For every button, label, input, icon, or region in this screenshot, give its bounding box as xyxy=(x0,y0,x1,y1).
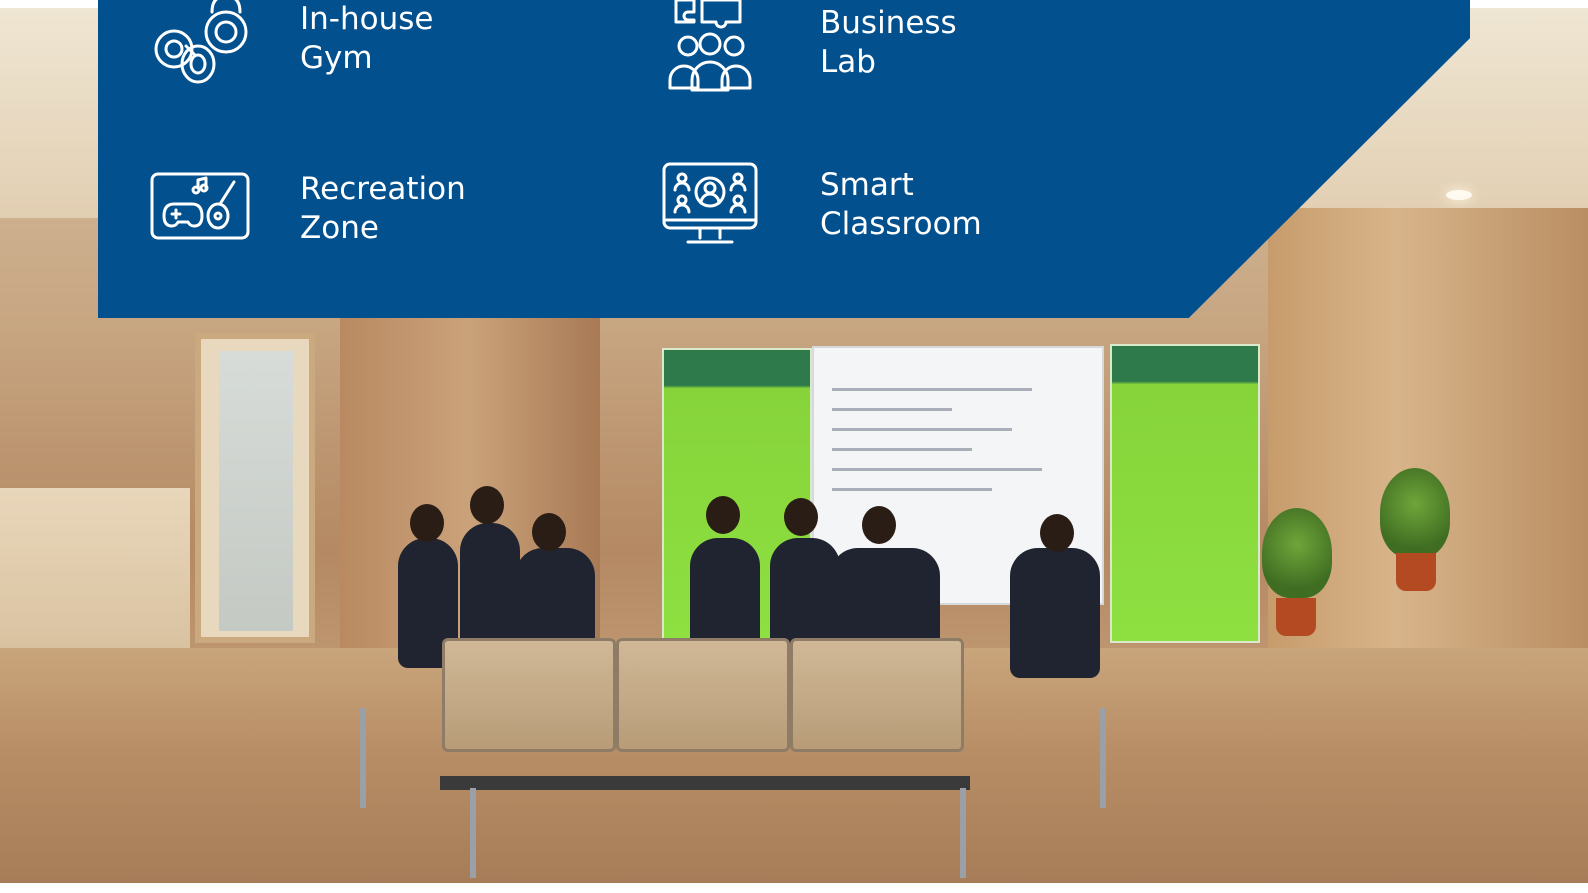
plant-pot xyxy=(1276,598,1316,636)
student-head xyxy=(706,496,740,534)
glass-door xyxy=(195,333,315,643)
kettlebell-dumbbell-icon xyxy=(154,0,248,84)
bench-leg xyxy=(960,788,966,878)
feature-recreation-zone-line2: Zone xyxy=(300,210,379,246)
student-head xyxy=(410,504,444,542)
bench-leg xyxy=(470,788,476,878)
ceiling-light xyxy=(1446,190,1472,200)
chair-leg xyxy=(1100,708,1106,808)
reception-counter xyxy=(0,488,190,648)
bench-seat xyxy=(790,638,964,752)
feature-smart-classroom-label: Smart Classroom xyxy=(820,166,982,244)
monitor-video-conference-icon xyxy=(662,162,758,244)
student-head xyxy=(862,506,896,544)
bench-rail xyxy=(440,776,970,790)
student-head xyxy=(1040,514,1074,552)
plant-pot xyxy=(1396,553,1436,591)
student xyxy=(460,523,520,653)
feature-business-lab-line2: Lab xyxy=(820,44,876,80)
student-head xyxy=(470,486,504,524)
congratulations-banner-right xyxy=(1110,344,1260,643)
feature-business-lab-line1: Business xyxy=(820,5,957,41)
chair-leg xyxy=(360,708,366,808)
student xyxy=(1010,548,1100,678)
student-head xyxy=(532,513,566,551)
team-puzzle-icon xyxy=(668,0,752,92)
page: In-house Gym Business Lab Recreation Zon… xyxy=(0,0,1588,893)
feature-smart-classroom-line2: Classroom xyxy=(820,206,982,242)
potted-plant xyxy=(1380,468,1450,558)
feature-gym-line1: In-house xyxy=(300,1,434,37)
gamepad-guitar-icon xyxy=(150,172,250,240)
feature-gym-label: In-house Gym xyxy=(300,0,433,78)
feature-recreation-zone-line1: Recreation xyxy=(300,171,466,207)
student-head xyxy=(784,498,818,536)
bench-seat xyxy=(616,638,790,752)
bench-seat xyxy=(442,638,616,752)
feature-gym-line2: Gym xyxy=(300,40,373,76)
feature-smart-classroom-line1: Smart xyxy=(820,167,914,203)
potted-plant xyxy=(1262,508,1332,598)
feature-business-lab-label: Business Lab xyxy=(820,4,957,82)
feature-recreation-zone-label: Recreation Zone xyxy=(300,170,466,248)
